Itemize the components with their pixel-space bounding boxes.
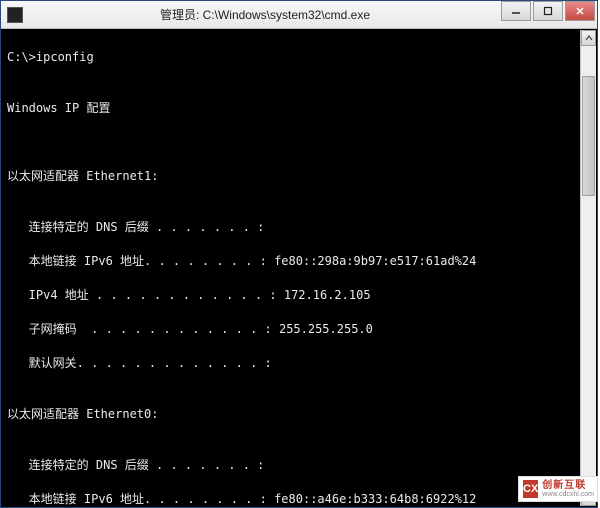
ipv6-line: 本地链接 IPv6 地址. . . . . . . . : fe80::a46e… xyxy=(7,491,591,507)
chevron-up-icon xyxy=(585,34,593,42)
close-button[interactable] xyxy=(565,1,595,21)
vertical-scrollbar[interactable] xyxy=(580,30,596,506)
cmd-window: 管理员: C:\Windows\system32\cmd.exe C:\>ipc… xyxy=(0,0,598,508)
adapter-title: 以太网适配器 Ethernet0: xyxy=(7,406,591,423)
scroll-thumb[interactable] xyxy=(582,76,595,196)
header-line: Windows IP 配置 xyxy=(7,100,591,117)
titlebar[interactable]: 管理员: C:\Windows\system32\cmd.exe xyxy=(1,1,597,29)
terminal-output[interactable]: C:\>ipconfig Windows IP 配置 以太网适配器 Ethern… xyxy=(1,29,597,507)
ipv6-line: 本地链接 IPv6 地址. . . . . . . . : fe80::298a… xyxy=(7,253,591,270)
watermark-badge: CX 创新互联 www.cdcxhl.com xyxy=(518,476,598,502)
cmd-icon xyxy=(7,7,23,23)
gateway-line: 默认网关. . . . . . . . . . . . . : xyxy=(7,355,591,372)
dns-suffix-line: 连接特定的 DNS 后缀 . . . . . . . : xyxy=(7,457,591,474)
adapter-title: 以太网适配器 Ethernet1: xyxy=(7,168,591,185)
dns-suffix-line: 连接特定的 DNS 后缀 . . . . . . . : xyxy=(7,219,591,236)
scroll-up-button[interactable] xyxy=(581,30,596,46)
minimize-icon xyxy=(511,6,521,16)
window-title: 管理员: C:\Windows\system32\cmd.exe xyxy=(29,6,501,23)
watermark-text: 创新互联 www.cdcxhl.com xyxy=(542,481,594,498)
watermark-logo: CX xyxy=(523,480,538,498)
scroll-track[interactable] xyxy=(581,46,596,490)
mask-line: 子网掩码 . . . . . . . . . . . . : 255.255.2… xyxy=(7,321,591,338)
window-controls xyxy=(501,1,597,28)
ipv4-line: IPv4 地址 . . . . . . . . . . . . : 172.16… xyxy=(7,287,591,304)
close-icon xyxy=(575,6,585,16)
prompt-line: C:\>ipconfig xyxy=(7,49,591,66)
watermark-url: www.cdcxhl.com xyxy=(542,491,594,498)
maximize-button[interactable] xyxy=(533,1,563,21)
maximize-icon xyxy=(543,6,553,16)
minimize-button[interactable] xyxy=(501,1,531,21)
watermark-brand: 创新互联 xyxy=(542,481,594,491)
